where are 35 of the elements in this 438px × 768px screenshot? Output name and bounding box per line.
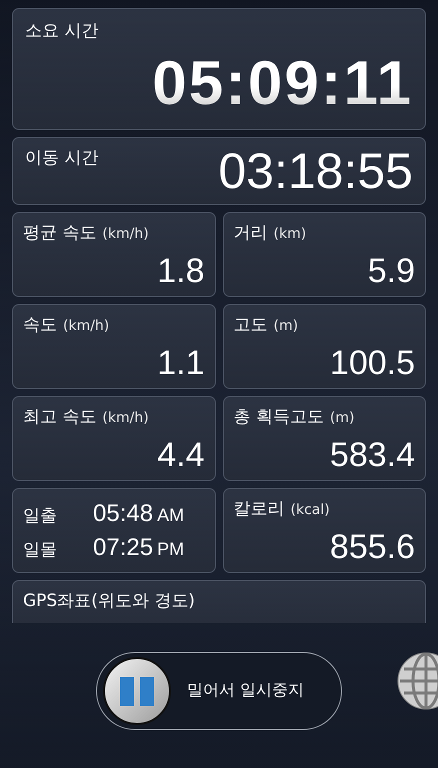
stat-unit: (km/h) <box>63 318 110 334</box>
stat-label: 총 획득고도 <box>234 406 324 428</box>
moving-time-label: 이동 시간 <box>25 147 98 170</box>
time-period: PM <box>157 538 184 560</box>
stat-value: 855.6 <box>330 530 415 564</box>
stat-label: 칼로리 <box>234 498 284 520</box>
moving-time-value: 03:18:55 <box>218 146 413 196</box>
stat-label: 거리 <box>234 222 268 244</box>
stat-label: 고도 <box>234 314 268 336</box>
stat-unit: (kcal) <box>290 502 330 518</box>
gps-label: GPS좌표(위도와 경도) <box>23 591 195 611</box>
slider-label: 밀어서 일시중지 <box>187 680 304 701</box>
globe-icon[interactable] <box>396 651 438 711</box>
total-time-label: 소요 시간 <box>25 20 100 42</box>
stat-label: 최고 속도 <box>23 406 96 428</box>
stat-unit: (km/h) <box>102 226 149 242</box>
stat-unit: (km/h) <box>102 410 149 426</box>
sun-label: 일출 <box>23 504 58 526</box>
time-period: AM <box>157 504 184 526</box>
stat-value: 1.8 <box>157 254 204 288</box>
stat-value: 5.9 <box>368 254 415 288</box>
sun-label: 일몰 <box>23 538 58 560</box>
pause-slider[interactable]: 밀어서 일시중지 <box>96 652 342 730</box>
sun-time: 05:48 <box>93 500 154 528</box>
stat-unit: (m) <box>330 410 354 426</box>
pause-knob-icon[interactable] <box>103 656 171 724</box>
stat-unit: (m) <box>274 318 298 334</box>
stat-label: 평균 속도 <box>23 222 96 244</box>
stat-label: 속도 <box>23 314 57 336</box>
stat-value: 583.4 <box>330 438 415 472</box>
stat-value: 4.4 <box>157 438 204 472</box>
sun-time: 07:25 <box>93 534 154 562</box>
stat-unit: (km) <box>274 226 306 242</box>
stat-value: 100.5 <box>330 346 415 380</box>
stat-value: 1.1 <box>157 346 204 380</box>
